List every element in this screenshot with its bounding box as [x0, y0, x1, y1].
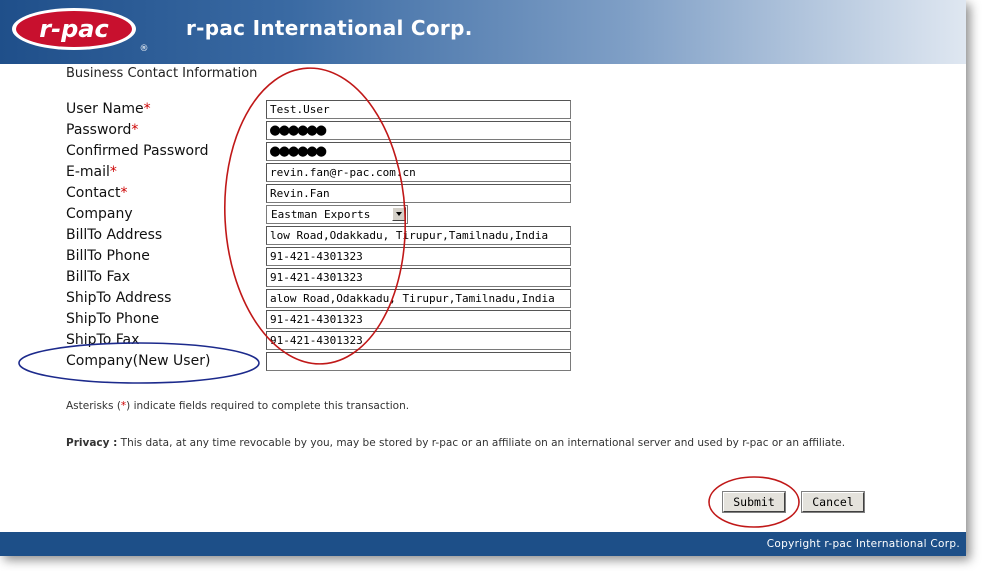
user-name-label: User Name* — [66, 101, 151, 117]
cancel-button[interactable]: Cancel — [801, 491, 865, 513]
billto-fax-label: BillTo Fax — [66, 269, 131, 285]
contact-label: Contact* — [66, 185, 128, 201]
company-select-value: Eastman Exports — [271, 208, 371, 221]
privacy-label: Privacy : — [66, 437, 118, 449]
logo-text: r-pac — [39, 15, 108, 43]
submit-button[interactable]: Submit — [722, 491, 786, 513]
confirm-password-label: Confirmed Password — [66, 143, 209, 159]
registered-mark: ® — [140, 44, 149, 52]
password-input[interactable]: ●●●●●● — [266, 121, 571, 140]
chevron-down-icon[interactable] — [392, 207, 406, 221]
header-banner: r-pac ® r-pac International Corp. — [0, 0, 966, 64]
company-new-user-input[interactable] — [266, 352, 571, 371]
user-name-input[interactable]: Test.User — [266, 100, 571, 119]
billto-phone-input[interactable]: 91-421-4301323 — [266, 247, 571, 266]
company-label: Company — [66, 206, 133, 222]
billto-address-input[interactable]: low Road,Odakkadu, Tirupur,Tamilnadu,Ind… — [266, 226, 571, 245]
contact-input[interactable]: Revin.Fan — [266, 184, 571, 203]
email-label: E-mail* — [66, 164, 117, 180]
billto-phone-label: BillTo Phone — [66, 248, 150, 264]
billto-address-label: BillTo Address — [66, 227, 163, 243]
privacy-text: This data, at any time revocable by you,… — [117, 437, 846, 449]
shipto-fax-input[interactable]: 91-421-4301323 — [266, 331, 571, 350]
billto-fax-input[interactable]: 91-421-4301323 — [266, 268, 571, 287]
email-input[interactable]: revin.fan@r-pac.com.cn — [266, 163, 571, 182]
shipto-address-input[interactable]: alow Road,Odakkadu, Tirupur,Tamilnadu,In… — [266, 289, 571, 308]
footer-bar: Copyright r-pac International Corp. — [0, 532, 966, 556]
confirm-password-input[interactable]: ●●●●●● — [266, 142, 571, 161]
company-name-title: r-pac International Corp. — [186, 16, 473, 40]
password-label: Password* — [66, 122, 139, 138]
page-frame: r-pac ® r-pac International Corp. Busine… — [0, 0, 966, 556]
company-select[interactable]: Eastman Exports — [266, 205, 408, 224]
shipto-fax-label: ShipTo Fax — [66, 332, 140, 348]
section-title: Business Contact Information — [66, 66, 258, 81]
company-new-user-label: Company(New User) — [66, 353, 211, 369]
rpac-logo: r-pac ® — [12, 8, 149, 52]
privacy-note: Privacy : This data, at any time revocab… — [66, 436, 866, 450]
shipto-phone-label: ShipTo Phone — [66, 311, 160, 327]
copyright-text: Copyright r-pac International Corp. — [766, 538, 960, 550]
shipto-phone-input[interactable]: 91-421-4301323 — [266, 310, 571, 329]
asterisk-note: Asterisks (*) indicate fields required t… — [66, 400, 410, 412]
shipto-address-label: ShipTo Address — [66, 290, 172, 306]
